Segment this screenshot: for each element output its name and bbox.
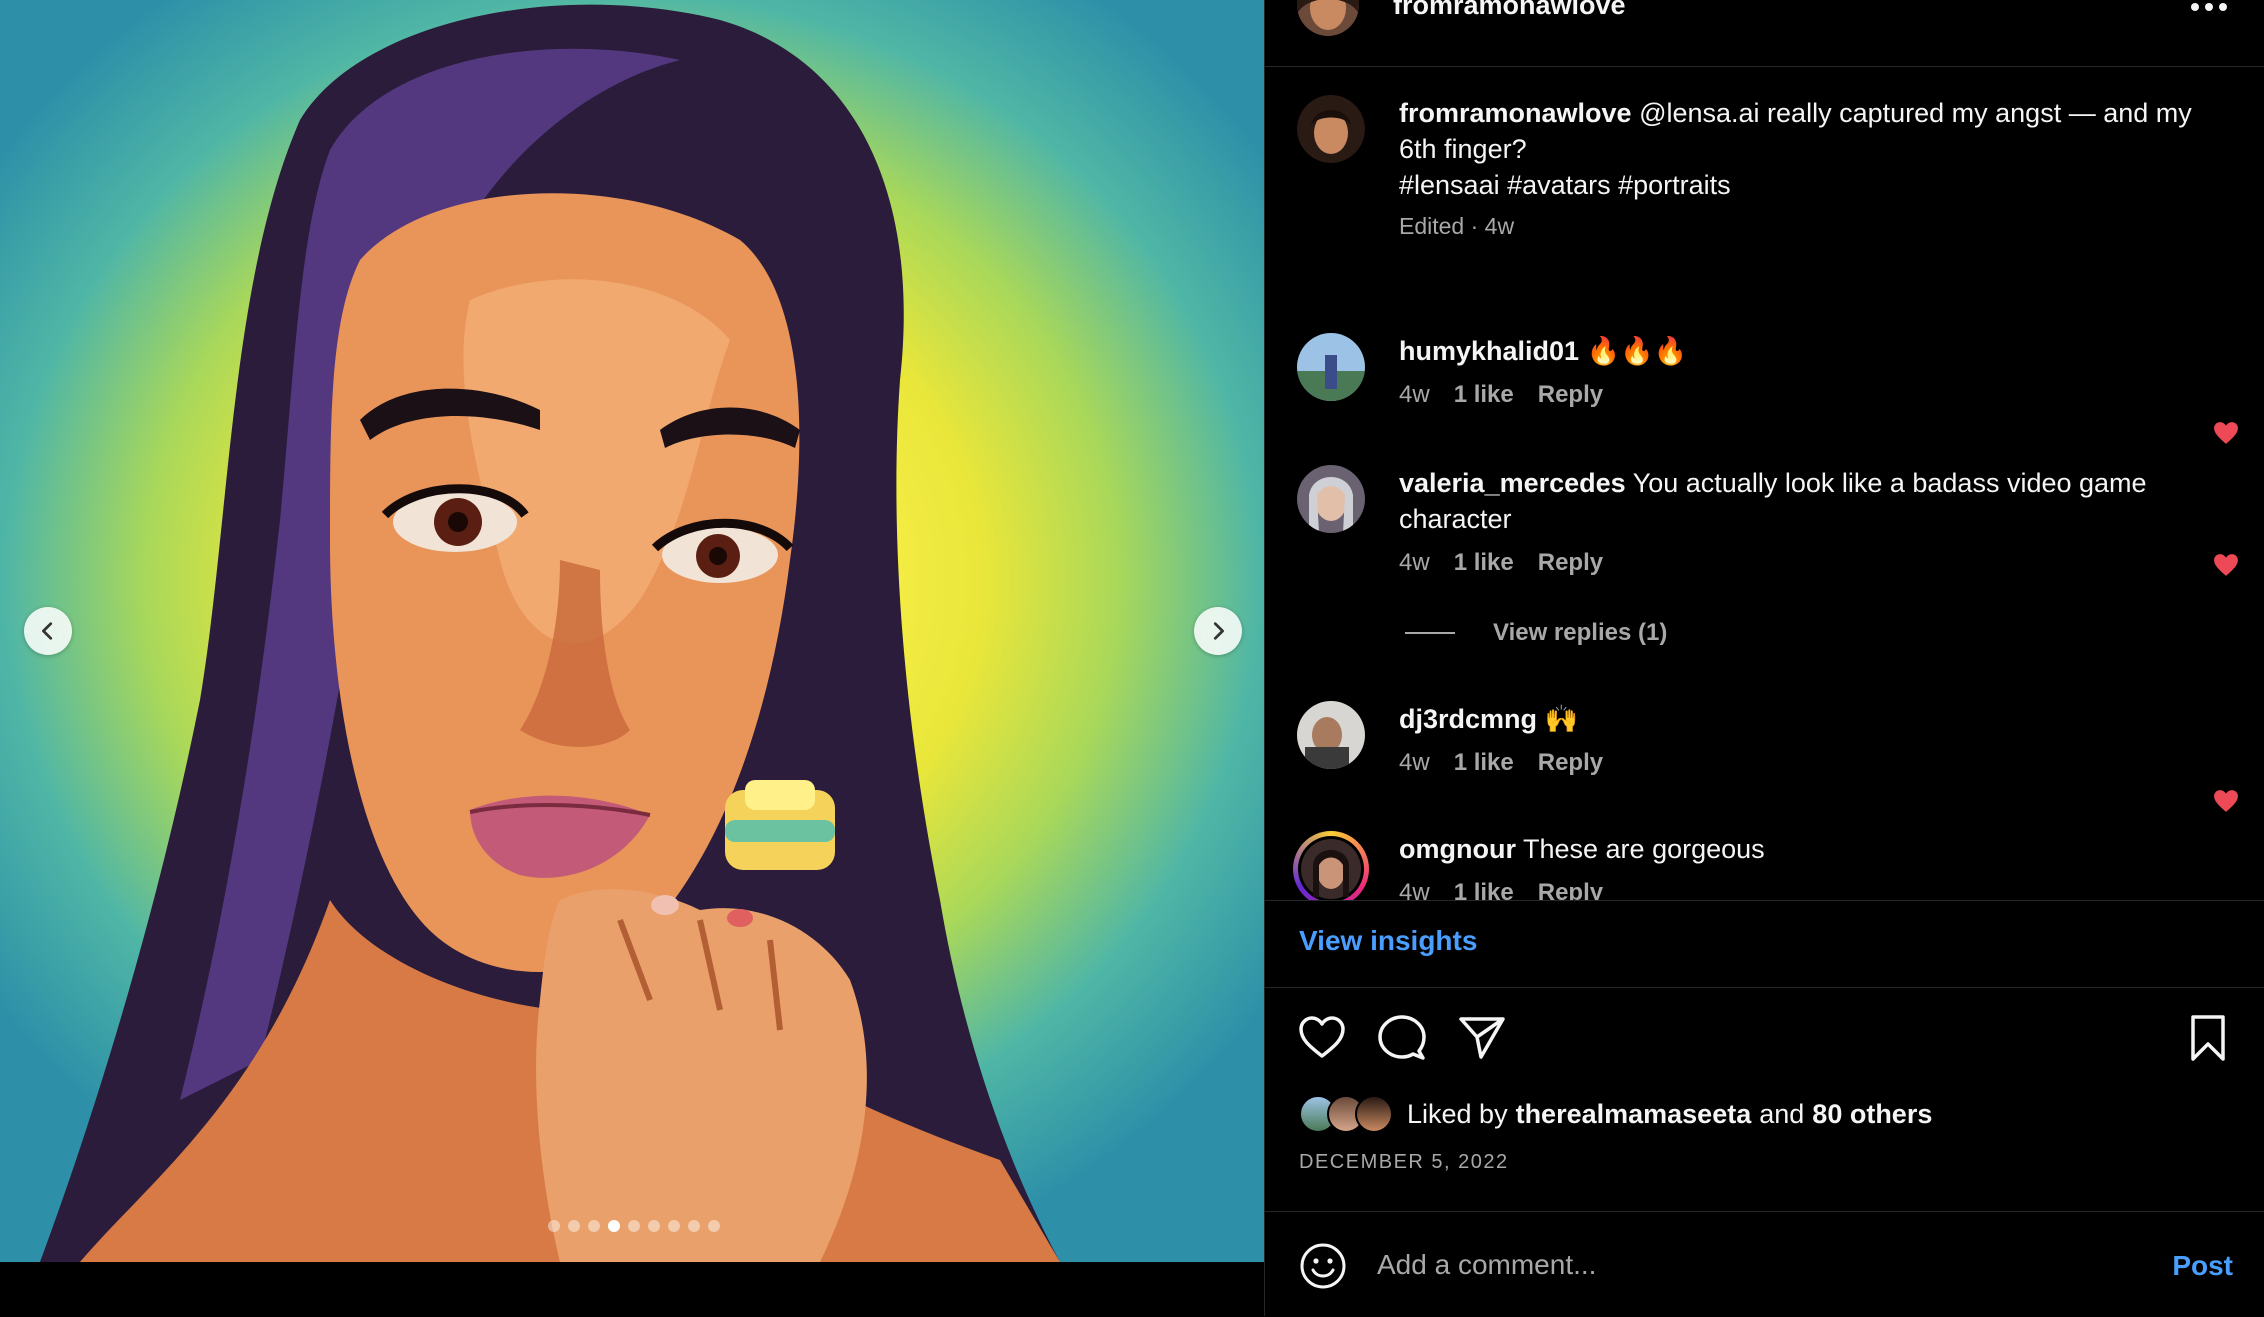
comment-avatar[interactable] bbox=[1297, 333, 1365, 401]
carousel-dot bbox=[608, 1220, 620, 1232]
bookmark-icon[interactable] bbox=[2183, 1013, 2233, 1063]
post-comment-button[interactable]: Post bbox=[2172, 1250, 2233, 1282]
next-image-button[interactable] bbox=[1194, 607, 1242, 655]
media-bottom-bar bbox=[0, 1262, 1264, 1316]
caption-avatar[interactable] bbox=[1297, 95, 1365, 163]
liked-others-link[interactable]: 80 others bbox=[1812, 1099, 1932, 1130]
comments-list[interactable]: fromramonawlove @lensa.ai really capture… bbox=[1265, 67, 2264, 900]
liker-username[interactable]: therealmamaseeta bbox=[1516, 1099, 1752, 1130]
reply-button[interactable]: Reply bbox=[1538, 879, 1603, 900]
divider-line bbox=[1405, 632, 1455, 634]
comment-avatar[interactable] bbox=[1297, 701, 1365, 769]
caption-username[interactable]: fromramonawlove bbox=[1399, 98, 1632, 128]
comment-text: 🔥🔥🔥 bbox=[1586, 336, 1688, 366]
carousel-dot bbox=[688, 1220, 700, 1232]
comment-age: 4w bbox=[1399, 381, 1430, 408]
post-header: fromramonawlove bbox=[1265, 0, 2264, 67]
view-replies-label: View replies (1) bbox=[1493, 619, 1668, 646]
reply-button[interactable]: Reply bbox=[1538, 381, 1603, 409]
liker-avatars[interactable] bbox=[1299, 1095, 1393, 1133]
heart-icon[interactable] bbox=[1297, 1013, 1347, 1063]
previous-image-button[interactable] bbox=[24, 607, 72, 655]
carousel-dot bbox=[568, 1220, 580, 1232]
insights-bar: View insights bbox=[1265, 900, 2264, 988]
chevron-right-icon bbox=[1213, 622, 1224, 640]
comment-input[interactable] bbox=[1375, 1236, 2079, 1294]
caption-hashtags[interactable]: #lensaai #avatars #portraits bbox=[1399, 167, 2195, 203]
share-icon[interactable] bbox=[1457, 1013, 1507, 1063]
reply-button[interactable]: Reply bbox=[1538, 549, 1603, 577]
comment-username[interactable]: omgnour bbox=[1399, 834, 1516, 864]
comment-likes[interactable]: 1 like bbox=[1454, 381, 1514, 409]
author-username[interactable]: fromramonawlove bbox=[1393, 0, 1626, 21]
post-media[interactable] bbox=[0, 0, 1264, 1262]
add-comment-bar: Post bbox=[1265, 1211, 2264, 1317]
carousel-dot bbox=[708, 1220, 720, 1232]
comment-age: 4w bbox=[1399, 549, 1430, 576]
comment-text: These are gorgeous bbox=[1523, 834, 1765, 864]
comment-meta: 4w 1 like Reply bbox=[1399, 381, 1603, 409]
carousel-dot bbox=[548, 1220, 560, 1232]
comment-likes[interactable]: 1 like bbox=[1454, 549, 1514, 577]
carousel-dot bbox=[668, 1220, 680, 1232]
liked-by-label: Liked by bbox=[1407, 1098, 1508, 1129]
comment-meta: 4w 1 like Reply bbox=[1399, 749, 1603, 777]
comment-likes[interactable]: 1 like bbox=[1454, 879, 1514, 900]
likes-summary: Liked by therealmamaseeta and 80 others bbox=[1299, 1095, 1932, 1133]
carousel-indicator bbox=[548, 1220, 720, 1232]
post-side-panel: fromramonawlove fromramonawlove @lensa.a… bbox=[1264, 0, 2264, 1316]
carousel-dot bbox=[588, 1220, 600, 1232]
comment-likes[interactable]: 1 like bbox=[1454, 749, 1514, 777]
comment-age: 4w bbox=[1399, 879, 1430, 900]
post-date: DECEMBER 5, 2022 bbox=[1299, 1151, 1509, 1173]
comment-username[interactable]: humykhalid01 bbox=[1399, 336, 1579, 366]
carousel-dot bbox=[628, 1220, 640, 1232]
liked-and-label: and bbox=[1759, 1098, 1805, 1129]
heart-icon[interactable] bbox=[2213, 421, 2239, 445]
story-ring-avatar[interactable] bbox=[1293, 831, 1369, 900]
comment-username[interactable]: dj3rdcmng bbox=[1399, 704, 1537, 734]
caption-edited-label: Edited · 4w bbox=[1399, 213, 1515, 239]
heart-icon[interactable] bbox=[2213, 553, 2239, 577]
comment-text: 🙌 bbox=[1544, 704, 1579, 734]
comment-avatar[interactable] bbox=[1297, 465, 1365, 533]
post-actions: Liked by therealmamaseeta and 80 others … bbox=[1265, 987, 2264, 1207]
carousel-dot bbox=[648, 1220, 660, 1232]
view-replies-button[interactable]: View replies (1) bbox=[1405, 619, 1667, 647]
view-insights-link[interactable]: View insights bbox=[1299, 925, 1477, 957]
reply-button[interactable]: Reply bbox=[1538, 749, 1603, 777]
comment-username[interactable]: valeria_mercedes bbox=[1399, 468, 1626, 498]
emoji-icon[interactable] bbox=[1299, 1242, 1347, 1290]
comment-meta: 4w 1 like Reply bbox=[1399, 879, 1603, 900]
comment-icon[interactable] bbox=[1377, 1013, 1427, 1063]
more-icon[interactable] bbox=[2189, 0, 2229, 14]
post-image bbox=[40, 4, 1060, 1262]
comment-age: 4w bbox=[1399, 749, 1430, 776]
caption-text: fromramonawlove @lensa.ai really capture… bbox=[1399, 95, 2195, 167]
chevron-left-icon bbox=[42, 622, 53, 640]
comment-meta: 4w 1 like Reply bbox=[1399, 549, 1603, 577]
author-avatar[interactable] bbox=[1297, 0, 1359, 36]
heart-icon[interactable] bbox=[2213, 789, 2239, 813]
